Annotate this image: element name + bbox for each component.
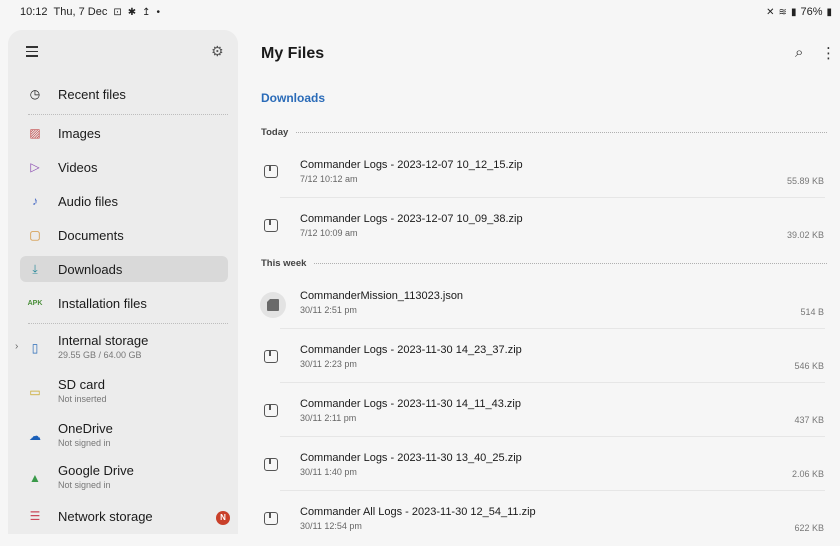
notification-badge: N bbox=[216, 511, 230, 525]
clock-icon: ◷ bbox=[29, 87, 41, 101]
wifi-icon: ≋ bbox=[778, 6, 787, 18]
row-divider bbox=[280, 436, 825, 437]
search-icon[interactable]: ⌕ bbox=[795, 44, 803, 61]
file-row[interactable]: Commander Logs - 2023-12-07 10_12_15.zip… bbox=[258, 155, 828, 199]
upload-icon: ↥ bbox=[142, 6, 151, 18]
page-title: My Files bbox=[261, 45, 325, 62]
row-divider bbox=[280, 328, 825, 329]
signal-icon: ▮ bbox=[790, 6, 797, 18]
mute-icon: ✕ bbox=[766, 6, 775, 18]
zip-file-icon bbox=[262, 348, 280, 364]
more-options-icon[interactable]: ⋮ bbox=[821, 44, 836, 62]
server-icon: ☰ bbox=[29, 509, 41, 523]
sidebar-item-audio-files[interactable]: ♪ Audio files bbox=[20, 188, 228, 214]
sidebar-item-images[interactable]: ▨ Images bbox=[20, 120, 228, 146]
status-date: Thu, 7 Dec bbox=[53, 6, 108, 18]
main-content: My Files ⌕ ⋮ Downloads Today Commander L… bbox=[238, 24, 840, 534]
chevron-right-icon[interactable]: › bbox=[15, 341, 18, 352]
breadcrumb[interactable]: Downloads bbox=[261, 91, 325, 105]
row-divider bbox=[280, 490, 825, 491]
status-bar: 10:12 Thu, 7 Dec ⊡ ✱ ↥ • ✕ ≋ ▮ 76% ▮ bbox=[0, 0, 840, 24]
sd-card-icon: ▭ bbox=[29, 385, 41, 399]
gear-icon[interactable]: ⚙ bbox=[211, 43, 224, 60]
sidebar-item-videos[interactable]: ▷ Videos bbox=[20, 154, 228, 180]
section-divider bbox=[296, 131, 827, 133]
section-header-today: Today bbox=[261, 125, 827, 139]
row-divider bbox=[280, 382, 825, 383]
zip-file-icon bbox=[262, 217, 280, 233]
status-time: 10:12 bbox=[20, 6, 48, 18]
sidebar-item-documents[interactable]: ▢ Documents bbox=[20, 222, 228, 248]
zip-file-icon bbox=[262, 510, 280, 526]
zip-file-icon bbox=[262, 402, 280, 418]
storage-google-drive[interactable]: ▲ Google Drive Not signed in bbox=[20, 462, 228, 496]
file-row[interactable]: Commander Logs - 2023-11-30 13_40_25.zip… bbox=[258, 448, 828, 492]
cloud-icon: ☁ bbox=[29, 429, 41, 443]
screenshot-icon: ⊡ bbox=[113, 6, 122, 18]
file-row[interactable]: Commander All Logs - 2023-11-30 12_54_11… bbox=[258, 502, 828, 546]
apk-icon: APK bbox=[27, 299, 43, 307]
storage-onedrive[interactable]: ☁ OneDrive Not signed in bbox=[20, 420, 228, 454]
sidebar-divider bbox=[28, 114, 228, 115]
battery-percent: 76% bbox=[800, 6, 823, 18]
storage-sd-card[interactable]: ▭ SD card Not inserted bbox=[20, 376, 228, 410]
sidebar-divider bbox=[28, 323, 228, 324]
storage-network[interactable]: ☰ Network storage N bbox=[20, 506, 230, 540]
menu-icon[interactable] bbox=[26, 46, 38, 60]
storage-internal[interactable]: › ▯ Internal storage 29.55 GB / 64.00 GB bbox=[15, 332, 228, 366]
phone-icon: ▯ bbox=[31, 341, 39, 355]
image-icon: ▨ bbox=[29, 126, 41, 140]
google-drive-icon: ▲ bbox=[29, 471, 41, 485]
sidebar-item-downloads[interactable]: ⤓ Downloads bbox=[20, 256, 228, 282]
file-row[interactable]: Commander Logs - 2023-11-30 14_23_37.zip… bbox=[258, 340, 828, 384]
file-row[interactable]: CommanderMission_113023.json 30/11 2:51 … bbox=[258, 286, 828, 330]
json-file-icon bbox=[260, 292, 286, 318]
section-divider bbox=[314, 262, 827, 264]
settings-notification-icon: ✱ bbox=[127, 6, 137, 18]
download-icon: ⤓ bbox=[32, 261, 38, 276]
section-header-this-week: This week bbox=[261, 256, 827, 270]
sidebar: ⚙ ◷ Recent files ▨ Images ▷ Videos ♪ Aud… bbox=[8, 30, 238, 534]
zip-file-icon bbox=[262, 163, 280, 179]
document-icon: ▢ bbox=[29, 228, 41, 242]
file-row[interactable]: Commander Logs - 2023-11-30 14_11_43.zip… bbox=[258, 394, 828, 438]
file-row[interactable]: Commander Logs - 2023-12-07 10_09_38.zip… bbox=[258, 209, 828, 253]
zip-file-icon bbox=[262, 456, 280, 472]
battery-icon: ▮ bbox=[826, 6, 832, 18]
music-note-icon: ♪ bbox=[32, 194, 38, 208]
video-icon: ▷ bbox=[30, 160, 40, 174]
row-divider bbox=[280, 197, 825, 198]
sidebar-item-recent-files[interactable]: ◷ Recent files bbox=[20, 81, 228, 107]
sidebar-item-installation-files[interactable]: APK Installation files bbox=[20, 290, 228, 316]
dot-icon: • bbox=[156, 6, 161, 18]
